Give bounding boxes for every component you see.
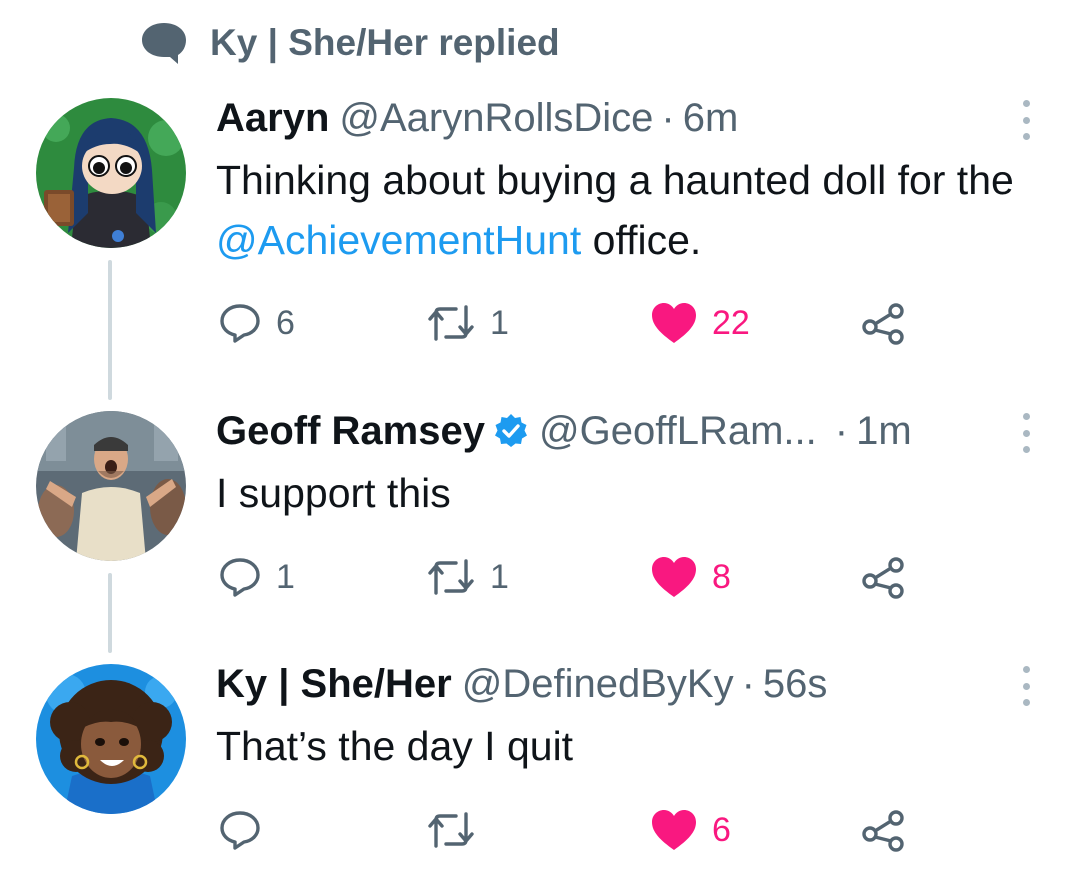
mention-link[interactable]: @AchievementHunt bbox=[216, 217, 581, 263]
separator: · bbox=[741, 662, 755, 706]
display-name[interactable]: Aaryn bbox=[216, 92, 329, 144]
more-options-icon[interactable] bbox=[1016, 100, 1036, 140]
share-button[interactable] bbox=[860, 552, 908, 602]
retweet-icon bbox=[426, 555, 476, 599]
tweet-text: I support this bbox=[216, 470, 451, 516]
retweet-count: 1 bbox=[490, 557, 509, 596]
heart-icon bbox=[650, 301, 698, 345]
retweet-button[interactable]: 1 bbox=[426, 298, 509, 348]
avatar[interactable] bbox=[36, 411, 186, 561]
share-icon bbox=[860, 555, 908, 599]
verified-badge-icon bbox=[493, 413, 529, 449]
tweet-header: Geoff Ramsey @GeoffLRam... · 1m bbox=[216, 405, 912, 457]
reply-icon bbox=[218, 301, 262, 345]
retweet-icon bbox=[426, 808, 476, 852]
retweet-button[interactable]: 1 bbox=[426, 552, 509, 602]
thread-connector-1 bbox=[108, 260, 112, 400]
like-button[interactable]: 22 bbox=[650, 298, 750, 348]
retweet-count: 1 bbox=[490, 303, 509, 342]
reply-count: 6 bbox=[276, 303, 295, 342]
like-count: 22 bbox=[712, 303, 750, 342]
tweet-text-part: Thinking about buying a haunted doll for… bbox=[216, 157, 1014, 203]
retweet-button[interactable] bbox=[426, 805, 490, 855]
like-count: 8 bbox=[712, 557, 731, 596]
share-icon bbox=[860, 301, 908, 345]
speech-bubble-icon bbox=[140, 21, 188, 65]
heart-icon bbox=[650, 555, 698, 599]
tweet-text: Thinking about buying a haunted doll for… bbox=[216, 150, 1056, 270]
share-button[interactable] bbox=[860, 298, 908, 348]
tweet-header: Aaryn @AarynRollsDice · 6m bbox=[216, 92, 738, 144]
display-name[interactable]: Ky | She/Her bbox=[216, 658, 452, 710]
user-handle[interactable]: @GeoffLRam... bbox=[539, 405, 817, 457]
timestamp[interactable]: 1m bbox=[856, 405, 912, 457]
tweet-text: That’s the day I quit bbox=[216, 723, 574, 769]
more-options-icon[interactable] bbox=[1016, 413, 1036, 453]
retweet-icon bbox=[426, 301, 476, 345]
user-handle[interactable]: @AarynRollsDice bbox=[339, 92, 653, 144]
separator: · bbox=[661, 96, 675, 140]
reply-button[interactable]: 1 bbox=[218, 552, 295, 602]
tweet-text-part: office. bbox=[581, 217, 702, 263]
thread-connector-2 bbox=[108, 573, 112, 653]
separator: · bbox=[834, 409, 849, 453]
reply-icon bbox=[218, 555, 262, 599]
timestamp[interactable]: 56s bbox=[763, 658, 828, 710]
display-name[interactable]: Geoff Ramsey bbox=[216, 405, 485, 457]
user-handle[interactable]: @DefinedByKy bbox=[462, 658, 734, 710]
like-button[interactable]: 6 bbox=[650, 805, 731, 855]
tweet-header: Ky | She/Her @DefinedByKy · 56s bbox=[216, 658, 827, 710]
like-count: 6 bbox=[712, 810, 731, 849]
reply-count: 1 bbox=[276, 557, 295, 596]
reply-icon bbox=[218, 808, 262, 852]
social-context: Ky | She/Her replied bbox=[140, 18, 560, 68]
heart-icon bbox=[650, 808, 698, 852]
more-options-icon[interactable] bbox=[1016, 666, 1036, 706]
like-button[interactable]: 8 bbox=[650, 552, 731, 602]
timestamp[interactable]: 6m bbox=[683, 92, 739, 144]
social-context-text: Ky | She/Her replied bbox=[210, 22, 560, 63]
avatar[interactable] bbox=[36, 664, 186, 814]
avatar[interactable] bbox=[36, 98, 186, 248]
reply-button[interactable]: 6 bbox=[218, 298, 295, 348]
share-button[interactable] bbox=[860, 805, 908, 855]
share-icon bbox=[860, 808, 908, 852]
reply-button[interactable] bbox=[218, 805, 276, 855]
